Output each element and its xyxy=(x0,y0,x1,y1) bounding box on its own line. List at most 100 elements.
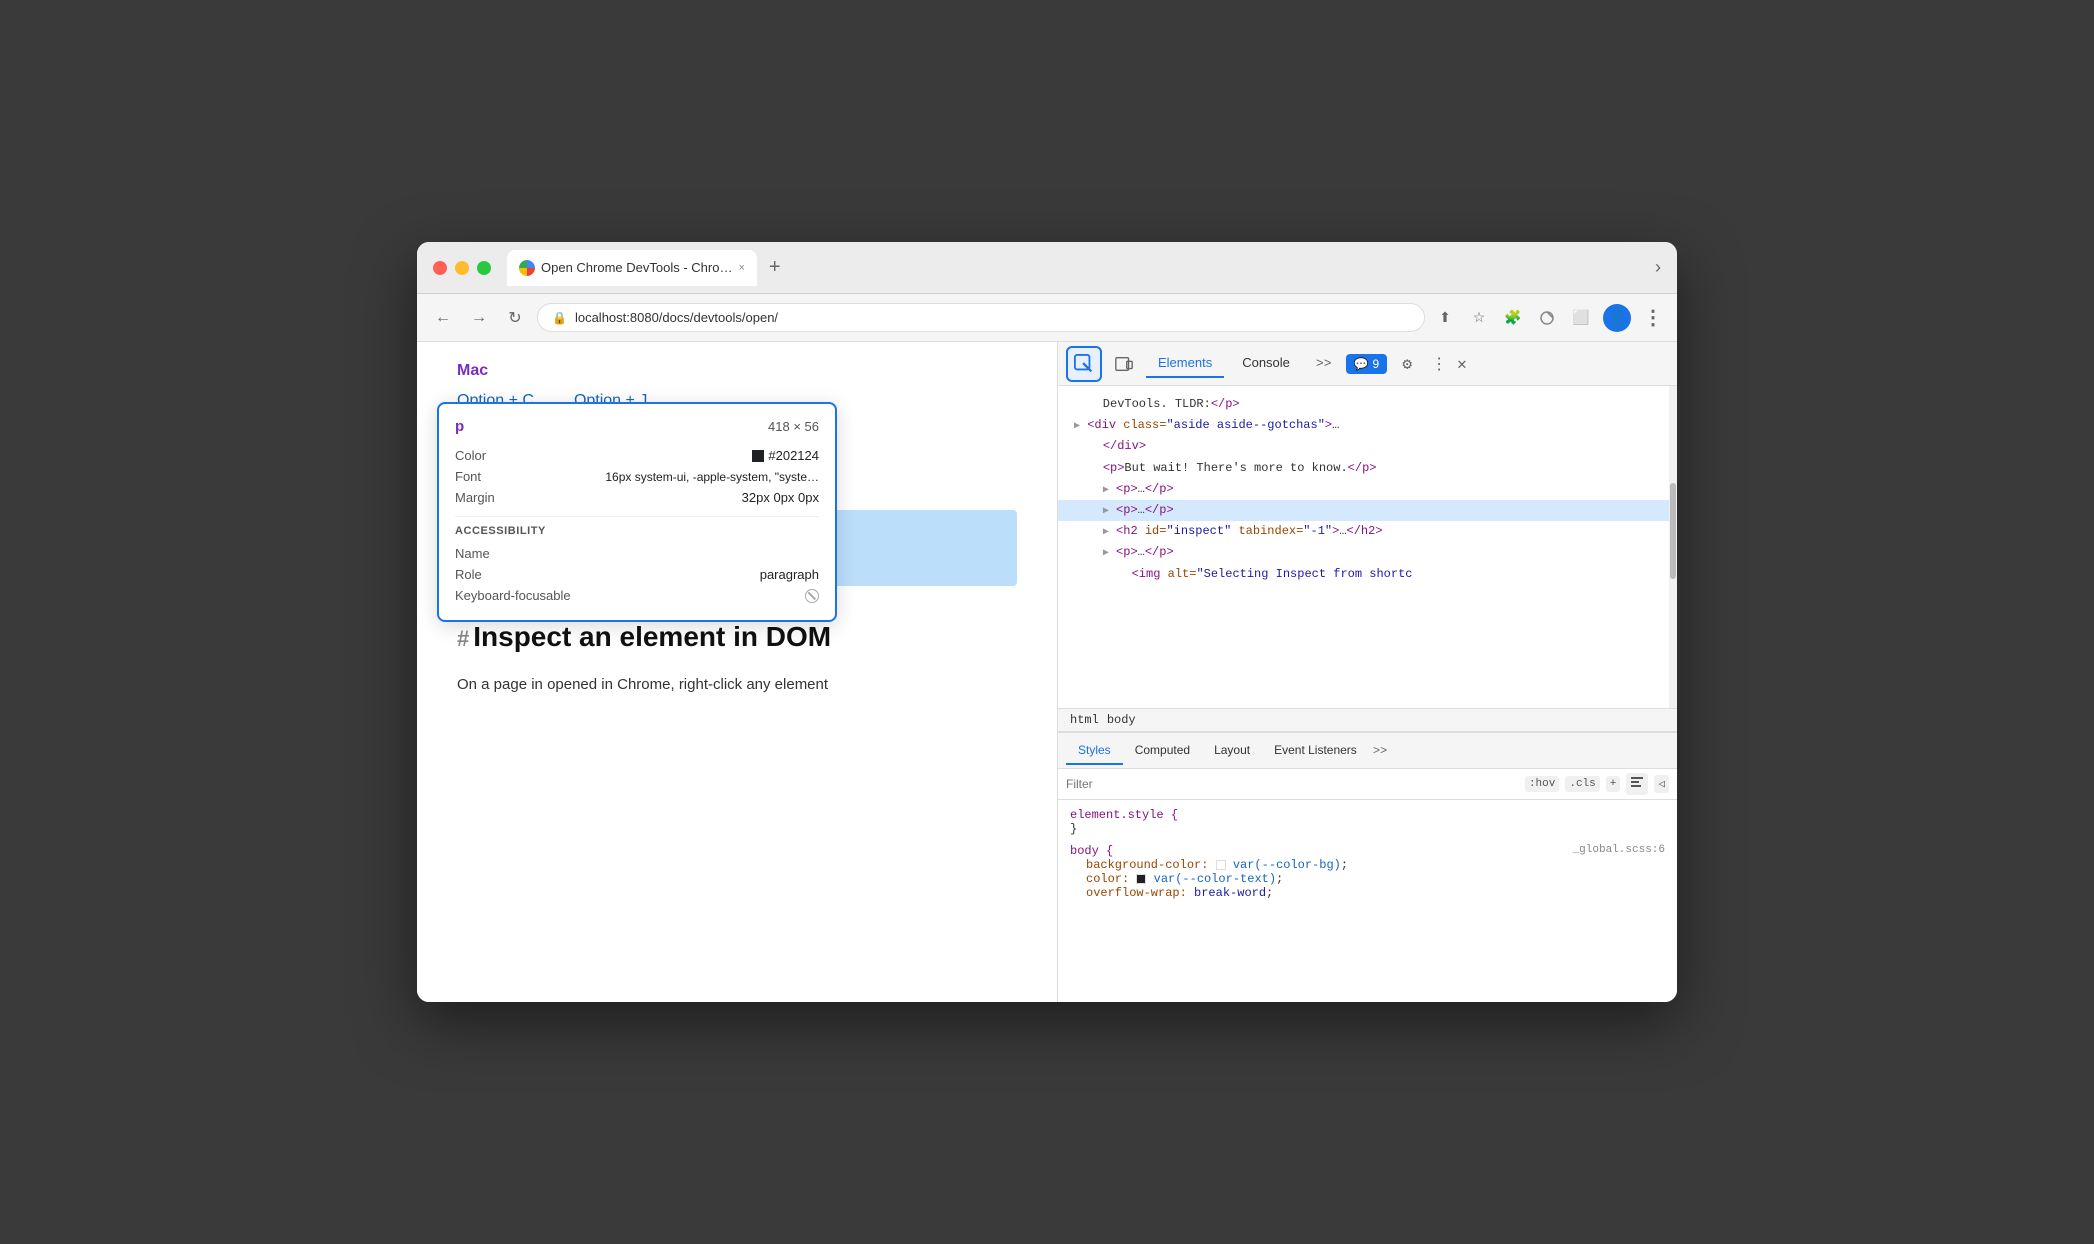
devtools-header: Elements Console >> 💬 9 ⚙ ⋮ ✕ xyxy=(1058,342,1677,386)
devtools-menu-button[interactable]: ⋮ xyxy=(1427,354,1451,374)
dom-line[interactable]: ▶ <p>…</p> xyxy=(1058,479,1677,500)
dom-line: <p>But wait! There's more to know.</p> xyxy=(1058,458,1677,479)
color-swatch xyxy=(752,450,764,462)
tab-styles[interactable]: Styles xyxy=(1066,737,1123,765)
styles-panel: Styles Computed Layout Event Listeners >… xyxy=(1058,732,1677,1002)
filter-input[interactable] xyxy=(1066,777,1517,791)
css-prop-overflow-wrap: overflow-wrap: break-word; xyxy=(1070,886,1665,900)
new-tab-button[interactable]: + xyxy=(761,252,789,283)
css-prop-color: color: var(--color-text); xyxy=(1070,872,1665,886)
hover-card: p 418 × 56 Color #202124 Font 16px syste… xyxy=(437,402,837,622)
devtools-close-button[interactable]: ✕ xyxy=(1457,354,1467,374)
dom-tree[interactable]: DevTools. TLDR:</p> ▶ <div class="aside … xyxy=(1058,386,1677,708)
css-rule-body: body { _global.scss:6 background-color: … xyxy=(1070,844,1665,900)
filter-computed-button[interactable] xyxy=(1626,773,1648,795)
dom-line[interactable]: ▶ <h2 id="inspect" tabindex="-1">…</h2> xyxy=(1058,521,1677,542)
filter-hov-button[interactable]: :hov xyxy=(1525,776,1559,792)
dom-line: <img alt="Selecting Inspect from shortc xyxy=(1058,564,1677,585)
screen-icon[interactable]: ⬜ xyxy=(1569,306,1593,330)
dom-line: </div> xyxy=(1058,436,1677,457)
tab-close-button[interactable]: × xyxy=(738,262,744,274)
profile-button[interactable]: 👤 xyxy=(1603,304,1631,332)
maximize-traffic-light[interactable] xyxy=(477,261,491,275)
extension-icon[interactable]: 🧩 xyxy=(1501,306,1525,330)
no-icon xyxy=(805,589,819,603)
dom-scrollbar[interactable] xyxy=(1669,386,1677,708)
lock-icon: 🔒 xyxy=(552,311,567,325)
browser-content: Mac Option + C Option + J p 418 × 56 Col… xyxy=(417,342,1677,1002)
devtools-more-tabs[interactable]: >> xyxy=(1308,352,1340,375)
dom-line[interactable]: ▶ <p>…</p> xyxy=(1058,542,1677,563)
dom-line[interactable]: ▶ <div class="aside aside--gotchas">… xyxy=(1058,415,1677,436)
title-bar: Open Chrome DevTools - Chro… × + › xyxy=(417,242,1677,294)
traffic-lights xyxy=(433,261,491,275)
accessibility-header: ACCESSIBILITY xyxy=(455,525,819,537)
tab-bar: Open Chrome DevTools - Chro… × + › xyxy=(507,250,1661,286)
a11y-keyboard-label: Keyboard-focusable xyxy=(455,588,571,603)
color-label: Color xyxy=(455,448,486,463)
tab-elements[interactable]: Elements xyxy=(1146,349,1224,378)
tab-more-button[interactable]: › xyxy=(1655,257,1661,278)
breadcrumb-bar: html body xyxy=(1058,708,1677,732)
tab-layout[interactable]: Layout xyxy=(1202,737,1262,765)
devtools-settings-button[interactable]: ⚙ xyxy=(1393,350,1421,378)
close-icon: ✕ xyxy=(1457,356,1467,374)
tab-event-listeners[interactable]: Event Listeners xyxy=(1262,737,1369,765)
tab-console[interactable]: Console xyxy=(1230,349,1302,378)
page-section-heading: #Inspect an element in DOM xyxy=(457,621,1017,653)
minimize-traffic-light[interactable] xyxy=(455,261,469,275)
bookmark-icon[interactable]: ☆ xyxy=(1467,306,1491,330)
active-tab[interactable]: Open Chrome DevTools - Chro… × xyxy=(507,250,757,286)
heading-text: Inspect an element in DOM xyxy=(473,621,831,652)
styles-tab-bar: Styles Computed Layout Event Listeners >… xyxy=(1058,733,1677,769)
a11y-role-label: Role xyxy=(455,567,482,582)
back-button[interactable]: ← xyxy=(429,304,457,332)
filter-cls-button[interactable]: .cls xyxy=(1565,776,1599,792)
filter-add-button[interactable]: + xyxy=(1606,776,1621,792)
notification-badge[interactable]: 💬 9 xyxy=(1346,354,1388,374)
url-bar[interactable]: 🔒 localhost:8080/docs/devtools/open/ xyxy=(537,303,1425,332)
refresh-button[interactable]: ↻ xyxy=(501,304,529,332)
more-vertical-icon: ⋮ xyxy=(1431,356,1447,374)
hover-card-name-row: Name xyxy=(455,543,819,564)
share-icon[interactable]: ⬆ xyxy=(1433,306,1457,330)
computed-icon xyxy=(1630,775,1644,789)
breadcrumb-html[interactable]: html xyxy=(1070,713,1099,727)
refresh-icon: ↻ xyxy=(508,308,521,328)
menu-button[interactable]: ⋮ xyxy=(1641,306,1665,330)
back-arrow-icon: ← xyxy=(435,309,451,327)
body-text: On a page in opened in Chrome, right-cli… xyxy=(457,673,1017,697)
close-traffic-light[interactable] xyxy=(433,261,447,275)
styles-more-tabs[interactable]: >> xyxy=(1373,744,1387,758)
breadcrumb-body[interactable]: body xyxy=(1107,713,1136,727)
hover-card-color-row: Color #202124 xyxy=(455,445,819,466)
mac-label: Mac xyxy=(457,362,1017,380)
hover-card-header: p 418 × 56 xyxy=(455,418,819,435)
a11y-role-value: paragraph xyxy=(760,567,819,582)
settings-gear-icon: ⚙ xyxy=(1402,354,1412,374)
hover-card-size: 418 × 56 xyxy=(768,419,819,434)
dom-scrollbar-thumb xyxy=(1670,483,1676,580)
forward-button[interactable]: → xyxy=(465,304,493,332)
hover-card-tag: p xyxy=(455,418,464,435)
hover-card-margin-row: Margin 32px 0px 0px xyxy=(455,487,819,508)
dom-line: DevTools. TLDR:</p> xyxy=(1058,394,1677,415)
margin-label: Margin xyxy=(455,490,495,505)
inspect-element-button[interactable] xyxy=(1066,346,1102,382)
address-actions: ⬆ ☆ 🧩 ⬜ 👤 ⋮ xyxy=(1433,304,1665,332)
devtools-panel: Elements Console >> 💬 9 ⚙ ⋮ ✕ xyxy=(1057,342,1677,1002)
filter-toggle-button[interactable]: ◁ xyxy=(1654,775,1669,793)
a11y-name-label: Name xyxy=(455,546,490,561)
css-selector: element.style { xyxy=(1070,808,1178,822)
divider xyxy=(455,516,819,517)
device-mode-button[interactable] xyxy=(1108,348,1140,380)
hover-card-role-row: Role paragraph xyxy=(455,564,819,585)
hover-card-font-row: Font 16px system-ui, -apple-system, "sys… xyxy=(455,466,819,487)
css-body-selector: body { xyxy=(1070,844,1113,858)
hash-symbol: # xyxy=(457,626,469,651)
dom-line-selected[interactable]: ▶ <p>…</p> xyxy=(1058,500,1677,521)
page-content: Mac Option + C Option + J p 418 × 56 Col… xyxy=(417,342,1057,1002)
filter-actions: :hov .cls + ◁ xyxy=(1525,773,1669,795)
tab-computed[interactable]: Computed xyxy=(1123,737,1202,765)
chrome-icon[interactable] xyxy=(1535,306,1559,330)
